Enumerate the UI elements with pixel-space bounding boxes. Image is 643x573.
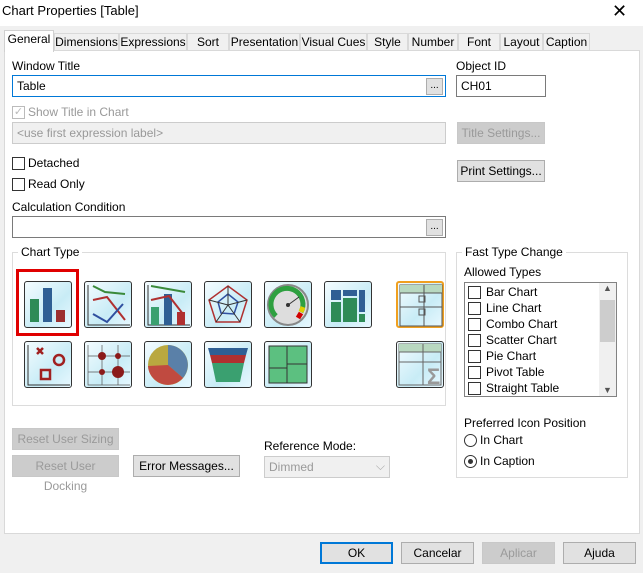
scroll-down-icon[interactable]: ▼ [603,385,612,395]
tab-number[interactable]: Number [408,33,458,51]
calc-condition-ellipsis-button[interactable]: ... [426,219,443,236]
title-settings-button[interactable]: Title Settings... [457,122,545,144]
icon-position-label: Preferred Icon Position [464,416,587,430]
window-title-label: Window Title [12,59,81,73]
object-id-label: Object ID [456,59,507,73]
in-caption-label: In Caption [480,454,535,468]
scatter-chart-icon[interactable] [24,341,72,388]
print-settings-button[interactable]: Print Settings... [457,160,545,182]
scrollbar[interactable]: ▲ ▼ [599,283,616,396]
title-placeholder: <use first expression label> [17,126,164,140]
show-title-label: Show Title in Chart [28,105,129,119]
tab-dimensions[interactable]: Dimensions [54,33,119,51]
tab-expressions[interactable]: Expressions [119,33,187,51]
chart-type-group: Chart Type Σ [12,245,446,406]
window-title-ellipsis-button[interactable]: ... [426,78,443,95]
tab-general[interactable]: General [4,30,54,52]
reference-mode-select[interactable]: Dimmed ⌵ [264,456,390,478]
in-caption-radio[interactable] [464,455,477,468]
tab-sort[interactable]: Sort [187,33,229,51]
chart-type-label: Chart Type [18,245,83,259]
detached-checkbox[interactable] [12,157,25,170]
fast-type-change-group: Fast Type Change Allowed Types Bar Chart… [456,245,628,478]
checkbox[interactable] [468,286,481,299]
grid-chart-icon[interactable] [84,341,132,388]
list-item-label: Line Chart [486,301,542,315]
scroll-thumb[interactable] [600,300,615,342]
reset-user-sizing-button[interactable]: Reset User Sizing [12,428,119,450]
checkbox[interactable] [468,366,481,379]
allowed-types-list[interactable]: Bar Chart Line Chart Combo Chart Scatter… [464,282,617,397]
svg-text:Σ: Σ [427,364,440,387]
show-title-checkbox[interactable]: ✓ [12,106,25,119]
reference-mode-label: Reference Mode: [264,439,357,453]
window-title-value: Table [17,79,46,93]
apply-button[interactable]: Aplicar [482,542,555,564]
list-item-label: Straight Table [486,381,560,395]
tab-layout[interactable]: Layout [500,33,543,51]
reference-mode-value: Dimmed [269,460,314,474]
tab-style[interactable]: Style [367,33,408,51]
checkbox[interactable] [468,382,481,395]
gauge-chart-icon[interactable] [264,281,312,328]
list-item-label: Combo Chart [486,317,558,331]
allowed-types-label: Allowed Types [464,265,542,279]
calc-condition-input[interactable] [12,216,446,238]
list-item-label: Pivot Table [486,365,545,379]
mekko-chart-icon[interactable] [324,281,372,328]
ok-button[interactable]: OK [320,542,393,564]
read-only-checkbox[interactable] [12,178,25,191]
title-text-input[interactable]: <use first expression label> [12,122,446,144]
tab-presentation[interactable]: Presentation [229,33,300,51]
list-item-label: Scatter Chart [486,333,557,347]
cancel-button[interactable]: Cancelar [401,542,474,564]
scroll-up-icon[interactable]: ▲ [603,283,612,293]
help-button[interactable]: Ajuda [563,542,636,564]
checkbox[interactable] [468,350,481,363]
radar-chart-icon[interactable] [204,281,252,328]
window-title: Chart Properties [Table] [2,3,139,18]
in-chart-label: In Chart [480,433,523,447]
calc-condition-label: Calculation Condition [12,200,126,214]
object-id-input[interactable]: CH01 [456,75,546,97]
checkbox[interactable] [468,318,481,331]
bar-chart-icon[interactable] [24,281,72,328]
pie-chart-icon[interactable] [144,341,192,388]
object-id-value: CH01 [461,79,492,93]
block-chart-icon[interactable] [264,341,312,388]
error-messages-button[interactable]: Error Messages... [133,455,240,477]
fast-type-change-label: Fast Type Change [462,245,566,259]
title-bar: Chart Properties [Table] ✕ [0,0,643,26]
list-item-label: Bar Chart [486,285,538,299]
tab-font[interactable]: Font [458,33,500,51]
close-icon[interactable]: ✕ [612,1,627,22]
tab-visual-cues[interactable]: Visual Cues [300,33,367,51]
checkbox[interactable] [468,302,481,315]
checkbox[interactable] [468,334,481,347]
funnel-chart-icon[interactable] [204,341,252,388]
tab-caption[interactable]: Caption [543,33,590,51]
reset-user-docking-button[interactable]: Reset User Docking [12,455,119,493]
list-item-label: Pie Chart [486,349,537,363]
combo-chart-icon[interactable] [144,281,192,328]
detached-label: Detached [28,156,80,170]
read-only-label: Read Only [28,177,85,191]
line-chart-icon[interactable] [84,281,132,328]
straight-table-icon[interactable]: Σ [396,341,444,389]
window-title-input[interactable]: Table [12,75,446,97]
chevron-down-icon: ⌵ [375,459,385,473]
pivot-table-icon[interactable] [396,281,444,328]
in-chart-radio[interactable] [464,434,477,447]
